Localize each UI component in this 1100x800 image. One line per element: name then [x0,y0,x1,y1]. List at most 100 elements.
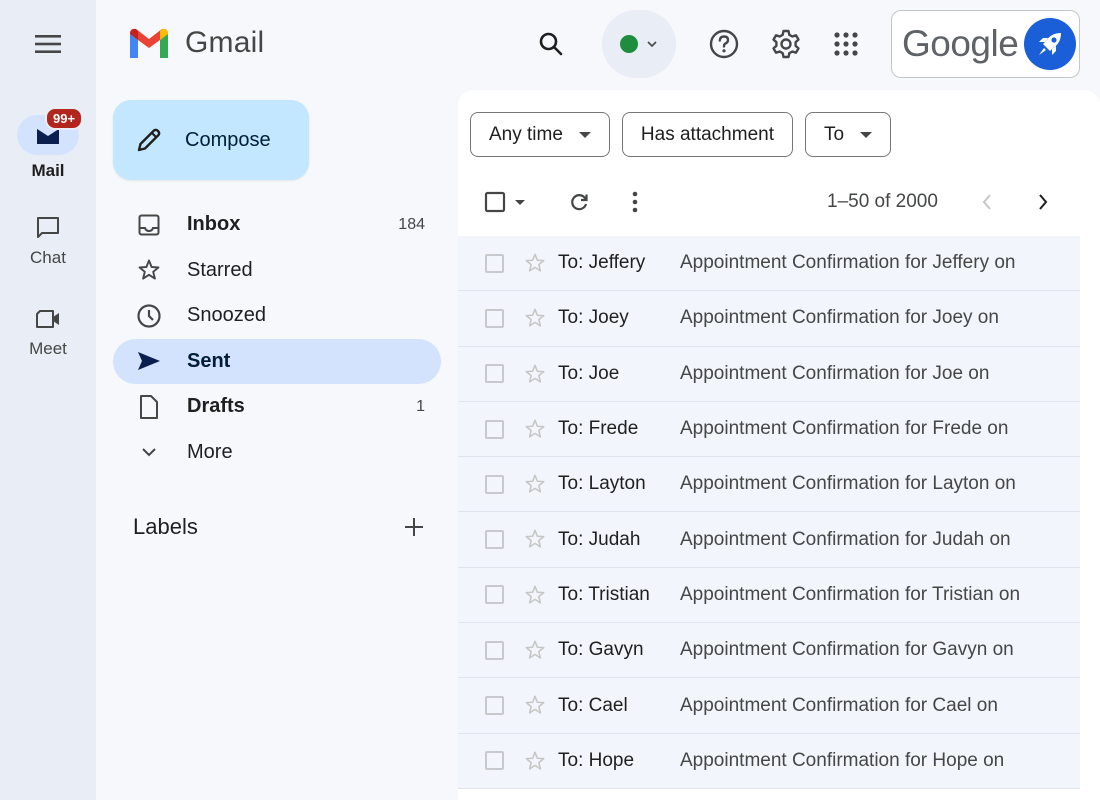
email-row[interactable]: To: Judah Appointment Confirmation for Ju… [458,512,1080,568]
newer-page-button[interactable] [974,182,1000,222]
email-row[interactable]: To: Cael Appointment Confirmation for Cae… [458,678,1080,734]
email-row[interactable]: To: Joey Appointment Confirmation for Joe… [458,291,1080,347]
chevron-down-icon [142,448,156,457]
star-toggle[interactable] [524,473,546,500]
row-checkbox[interactable] [485,751,504,771]
row-checkbox[interactable] [485,308,504,328]
gmail-m-logo-icon [130,28,168,58]
star-icon [525,308,545,327]
chat-icon [37,217,59,238]
email-recipient: To: Hope [558,749,635,771]
rail-item-meet[interactable]: Meet [0,299,96,359]
list-scrollbar-track[interactable] [1080,236,1100,800]
app-rail: 99+ Mail Chat Meet [0,0,96,800]
nav-icon-wrap [135,256,163,284]
email-recipient: To: Joey [558,307,629,329]
select-options-dropdown[interactable] [512,182,528,222]
create-label-button[interactable] [399,512,429,542]
star-toggle[interactable] [524,363,546,390]
star-toggle[interactable] [524,584,546,611]
chip-label: Any time [489,123,563,145]
email-row[interactable]: To: Frede Appointment Confirmation for Fr… [458,401,1080,458]
help-icon [709,29,739,59]
older-page-button[interactable] [1030,182,1056,222]
select-all-checkbox[interactable] [480,182,510,222]
row-checkbox[interactable] [485,696,504,716]
gmail-logo[interactable]: Gmail [127,26,264,60]
row-checkbox[interactable] [485,640,504,660]
settings-button[interactable] [764,22,808,66]
rail-item-label: Mail [31,161,65,180]
unread-badge: 99+ [45,107,84,130]
clock-icon [137,304,161,328]
nav-icon-wrap [135,438,163,466]
star-toggle[interactable] [524,418,546,445]
star-toggle[interactable] [524,307,546,334]
email-subject: Appointment Confirmation for Joe on [680,362,990,384]
row-checkbox[interactable] [485,585,504,605]
chip-label: To [824,123,845,145]
list-toolbar: 1–50 of 2000 [458,182,1100,222]
nav-icon-wrap [135,211,163,239]
star-toggle[interactable] [524,639,546,666]
filter-has-attachment[interactable]: Has attachment [621,112,793,157]
email-row[interactable]: To: Gavyn Appointment Confirmation for Ga… [458,623,1080,679]
email-row[interactable]: To: Jeffery Appointment Confirmation for … [458,236,1080,292]
email-subject: Appointment Confirmation for Jeffery on [680,252,1016,274]
help-button[interactable] [702,22,746,66]
row-checkbox[interactable] [485,530,504,550]
email-row[interactable]: To: Tristian Appointment Confirmation for… [458,567,1080,624]
main-menu-button[interactable] [24,28,72,60]
email-row[interactable]: To: Joe Appointment Confirmation for Joe … [458,346,1080,402]
email-row[interactable]: To: Layton Appointment Confirmation for L… [458,457,1080,513]
settings-icon [772,29,800,59]
status-selector[interactable] [602,10,676,78]
nav-item-starred[interactable]: Starred [113,248,441,294]
nav-item-sent[interactable]: Sent [113,338,441,384]
refresh-button[interactable] [564,182,594,222]
email-subject: Appointment Confirmation for Joey on [680,307,999,329]
google-wordmark: Google [902,23,1019,64]
star-toggle[interactable] [524,694,546,721]
compose-label: Compose [185,128,271,151]
nav-label: Drafts [187,395,245,418]
filter-any-time[interactable]: Any time [470,112,610,157]
search-button[interactable] [529,22,573,66]
row-checkbox[interactable] [485,474,504,494]
rail-mail-pill: 99+ [17,107,84,155]
email-subject: Appointment Confirmation for Layton on [680,473,1016,495]
more-actions-button[interactable] [622,182,648,222]
nav-label: Snoozed [187,304,266,327]
nav-item-snoozed[interactable]: Snoozed [113,293,441,339]
labels-title: Labels [133,514,198,539]
email-recipient: To: Joe [558,362,620,384]
star-toggle[interactable] [524,528,546,555]
star-toggle[interactable] [524,750,546,777]
nav-item-drafts[interactable]: Drafts 1 [113,384,441,430]
account-button[interactable]: Google [891,10,1080,78]
rail-item-chat[interactable]: Chat [0,208,96,268]
star-icon [525,364,545,383]
apps-button[interactable] [824,22,868,66]
nav-item-inbox[interactable]: Inbox 184 [113,202,441,248]
hamburger-menu-icon [35,35,61,53]
email-recipient: To: Frede [558,418,639,440]
row-checkbox[interactable] [485,419,504,439]
nav-count: 1 [416,397,425,415]
star-icon [138,259,160,280]
nav-item-more[interactable]: More [113,430,441,476]
email-subject: Appointment Confirmation for Gavyn on [680,639,1014,661]
star-icon [525,640,545,659]
row-checkbox[interactable] [485,364,504,384]
star-icon [525,253,545,272]
star-toggle[interactable] [524,252,546,279]
email-row[interactable]: To: Hope Appointment Confirmation for Hop… [458,733,1080,789]
plus-icon [405,518,423,536]
compose-button[interactable]: Compose [113,100,309,180]
rail-item-mail[interactable]: 99+ Mail [0,107,96,181]
nav-icon-wrap [135,302,163,330]
filter-to[interactable]: To [805,112,892,157]
row-checkbox[interactable] [485,253,504,273]
nav-icon-wrap [135,347,163,375]
email-subject: Appointment Confirmation for Hope on [680,749,1005,771]
